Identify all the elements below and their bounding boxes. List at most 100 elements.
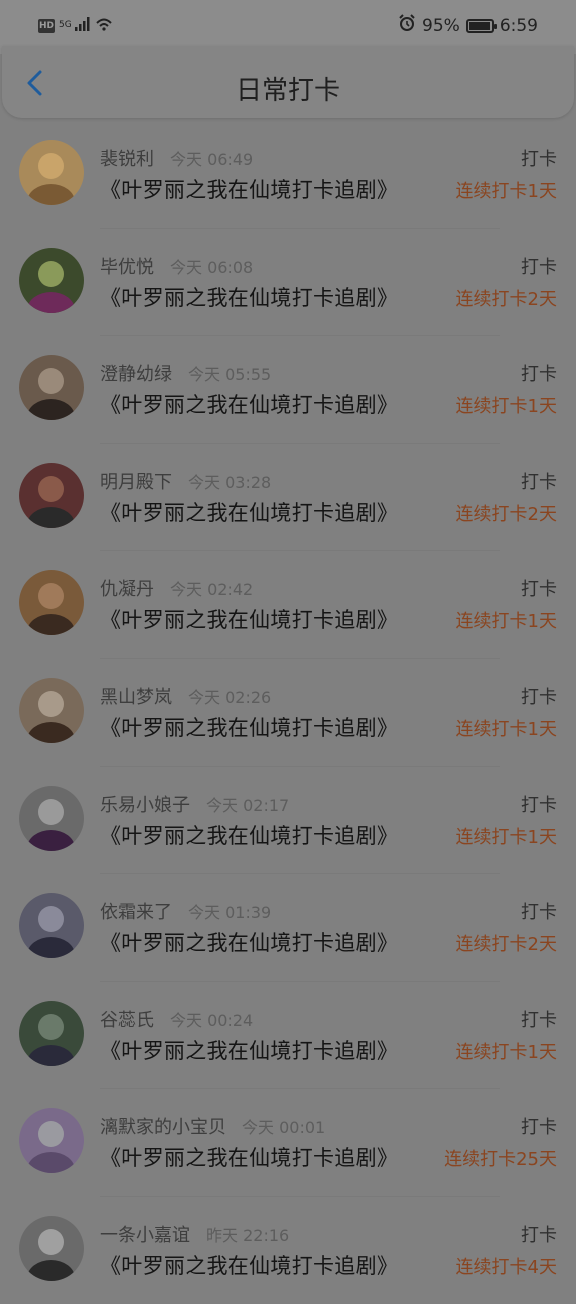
check-in-time: 今天 06:08 xyxy=(170,257,254,277)
check-in-time: 今天 02:17 xyxy=(206,795,290,815)
check-in-row[interactable]: 漓默家的小宝贝 今天 00:01 《叶罗丽之我在仙境打卡追剧》 打卡 连续打卡25… xyxy=(0,1088,576,1196)
check-in-time: 今天 02:42 xyxy=(170,580,254,600)
check-in-row[interactable]: 仇凝丹 今天 02:42 《叶罗丽之我在仙境打卡追剧》 打卡 连续打卡1天 xyxy=(0,550,576,658)
check-in-label: 打卡 xyxy=(521,1117,557,1139)
check-in-time: 今天 01:39 xyxy=(188,903,272,923)
avatar[interactable] xyxy=(19,247,84,313)
app-header: 日常打卡 xyxy=(2,46,574,118)
streak-count: 连续打卡25天 xyxy=(444,1149,557,1171)
check-in-row[interactable]: 黑山梦岚 今天 02:26 《叶罗丽之我在仙境打卡追剧》 打卡 连续打卡1天 xyxy=(0,657,576,766)
show-title: 《叶罗丽之我在仙境打卡追剧》 xyxy=(100,1146,399,1171)
check-in-row[interactable]: 毕优悦 今天 06:08 《叶罗丽之我在仙境打卡追剧》 打卡 连续打卡2天 xyxy=(0,227,576,336)
check-in-label: 打卡 xyxy=(521,1009,557,1031)
user-name-text[interactable]: 裴锐利 xyxy=(100,149,154,170)
streak-count: 连续打卡1天 xyxy=(455,181,557,202)
check-in-time: 今天 02:26 xyxy=(188,687,272,707)
streak-count: 连续打卡1天 xyxy=(455,826,557,848)
show-title: 《叶罗丽之我在仙境打卡追剧》 xyxy=(100,285,399,310)
user-name[interactable]: 澄静幼绿 今天 05:55 xyxy=(100,360,271,386)
user-name-text[interactable]: 漓默家的小宝贝 xyxy=(100,1117,226,1138)
avatar[interactable] xyxy=(19,1108,84,1174)
user-name-text[interactable]: 乐易小娘子 xyxy=(100,795,190,816)
avatar[interactable] xyxy=(19,893,84,959)
check-in-row[interactable]: 谷蕊氏 今天 00:24 《叶罗丽之我在仙境打卡追剧》 打卡 连续打卡1天 xyxy=(0,980,576,1089)
user-name[interactable]: 毕优悦 今天 06:08 xyxy=(100,253,253,279)
avatar[interactable] xyxy=(19,355,84,421)
check-in-row[interactable]: 一条小嘉谊 昨天 22:16 《叶罗丽之我在仙境打卡追剧》 打卡 连续打卡4天 xyxy=(0,1195,576,1304)
check-in-time: 昨天 22:16 xyxy=(206,1225,290,1245)
signal-icon xyxy=(75,16,91,35)
check-in-row[interactable]: 明月殿下 今天 03:28 《叶罗丽之我在仙境打卡追剧》 打卡 连续打卡2天 xyxy=(0,442,576,551)
check-in-label: 打卡 xyxy=(521,579,557,601)
show-title: 《叶罗丽之我在仙境打卡追剧》 xyxy=(100,608,399,633)
check-in-label: 打卡 xyxy=(521,149,557,170)
streak-count: 连续打卡1天 xyxy=(455,396,557,418)
show-title: 《叶罗丽之我在仙境打卡追剧》 xyxy=(100,1038,399,1063)
user-name-text[interactable]: 一条小嘉谊 xyxy=(100,1225,190,1246)
streak-count: 连续打卡1天 xyxy=(455,611,557,633)
show-title: 《叶罗丽之我在仙境打卡追剧》 xyxy=(100,715,399,740)
user-name[interactable]: 黑山梦岚 今天 02:26 xyxy=(100,683,271,709)
status-bar-left: HD 5G xyxy=(38,16,113,35)
avatar[interactable] xyxy=(19,140,84,205)
user-name[interactable]: 一条小嘉谊 昨天 22:16 xyxy=(100,1221,289,1247)
check-in-label: 打卡 xyxy=(521,902,557,924)
streak-count: 连续打卡4天 xyxy=(455,1256,557,1278)
check-in-label: 打卡 xyxy=(521,256,557,278)
check-in-label: 打卡 xyxy=(521,471,557,493)
show-title: 《叶罗丽之我在仙境打卡追剧》 xyxy=(100,823,399,848)
alarm-icon xyxy=(398,14,416,37)
avatar[interactable] xyxy=(19,570,84,636)
check-in-time: 今天 00:01 xyxy=(242,1118,326,1138)
hd-icon: HD xyxy=(38,18,55,33)
check-in-row[interactable]: 澄静幼绿 今天 05:55 《叶罗丽之我在仙境打卡追剧》 打卡 连续打卡1天 xyxy=(0,335,576,443)
user-name-text[interactable]: 仇凝丹 xyxy=(100,579,154,600)
user-name-text[interactable]: 明月殿下 xyxy=(100,472,172,493)
user-name-text[interactable]: 黑山梦岚 xyxy=(100,687,172,708)
user-name-text[interactable]: 毕优悦 xyxy=(100,257,154,278)
show-title: 《叶罗丽之我在仙境打卡追剧》 xyxy=(100,393,399,418)
user-name[interactable]: 裴锐利 今天 06:49 xyxy=(100,145,253,171)
wifi-icon xyxy=(95,16,113,35)
user-name-text[interactable]: 澄静幼绿 xyxy=(100,364,172,385)
avatar[interactable] xyxy=(19,1000,84,1066)
check-in-label: 打卡 xyxy=(521,686,557,708)
streak-count: 连续打卡2天 xyxy=(455,503,557,525)
user-name[interactable]: 谷蕊氏 今天 00:24 xyxy=(100,1006,253,1032)
check-in-label: 打卡 xyxy=(521,794,557,816)
check-in-list: 裴锐利 今天 06:49 《叶罗丽之我在仙境打卡追剧》 打卡 连续打卡1天 毕优悦… xyxy=(0,120,576,1304)
check-in-row[interactable]: 裴锐利 今天 06:49 《叶罗丽之我在仙境打卡追剧》 打卡 连续打卡1天 xyxy=(0,120,576,228)
avatar[interactable] xyxy=(19,1215,84,1281)
show-title: 《叶罗丽之我在仙境打卡追剧》 xyxy=(100,931,399,956)
streak-count: 连续打卡2天 xyxy=(455,934,557,956)
check-in-label: 打卡 xyxy=(521,1224,557,1246)
show-title: 《叶罗丽之我在仙境打卡追剧》 xyxy=(100,178,399,202)
avatar[interactable] xyxy=(19,785,84,851)
page-title: 日常打卡 xyxy=(235,76,340,106)
network-type-label: 5G xyxy=(59,20,72,30)
user-name[interactable]: 依霜来了 今天 01:39 xyxy=(100,898,271,924)
check-in-row[interactable]: 依霜来了 今天 01:39 《叶罗丽之我在仙境打卡追剧》 打卡 连续打卡2天 xyxy=(0,873,576,981)
avatar[interactable] xyxy=(19,462,84,528)
streak-count: 连续打卡1天 xyxy=(455,718,557,740)
user-name[interactable]: 仇凝丹 今天 02:42 xyxy=(100,575,253,601)
status-bar-right: 95% 6:59 xyxy=(398,14,538,37)
clock: 6:59 xyxy=(499,15,538,36)
avatar[interactable] xyxy=(19,677,84,743)
user-name[interactable]: 明月殿下 今天 03:28 xyxy=(100,468,271,494)
check-in-time: 今天 00:24 xyxy=(170,1010,254,1030)
check-in-time: 今天 05:55 xyxy=(188,365,272,385)
user-name[interactable]: 漓默家的小宝贝 今天 00:01 xyxy=(100,1113,325,1139)
check-in-time: 今天 03:28 xyxy=(188,472,272,492)
show-title: 《叶罗丽之我在仙境打卡追剧》 xyxy=(100,1253,399,1278)
streak-count: 连续打卡1天 xyxy=(455,1041,557,1063)
check-in-label: 打卡 xyxy=(521,364,557,386)
user-name[interactable]: 乐易小娘子 今天 02:17 xyxy=(100,791,289,817)
user-name-text[interactable]: 依霜来了 xyxy=(100,902,172,923)
battery-icon xyxy=(465,18,497,33)
battery-percent: 95% xyxy=(422,15,460,36)
streak-count: 连续打卡2天 xyxy=(455,288,557,310)
user-name-text[interactable]: 谷蕊氏 xyxy=(100,1010,154,1031)
check-in-row[interactable]: 乐易小娘子 今天 02:17 《叶罗丽之我在仙境打卡追剧》 打卡 连续打卡1天 xyxy=(0,765,576,874)
check-in-time: 今天 06:49 xyxy=(170,150,254,169)
